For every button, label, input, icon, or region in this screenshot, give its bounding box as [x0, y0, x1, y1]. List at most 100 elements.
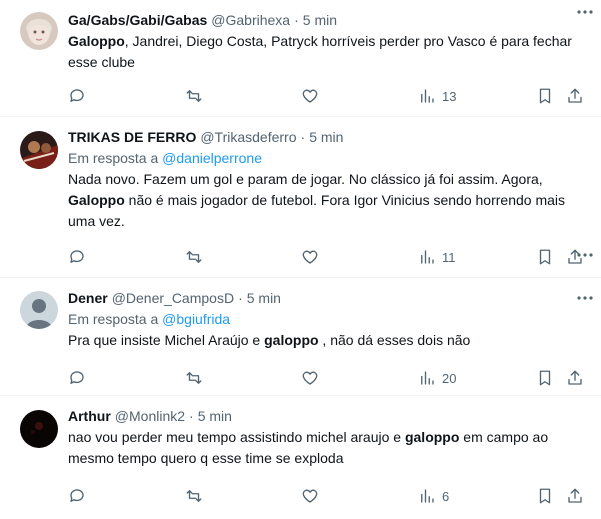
display-name[interactable]: TRIKAS DE FERRO [68, 127, 196, 147]
timestamp[interactable]: 5 min [309, 127, 343, 147]
share-button[interactable] [566, 86, 584, 106]
views-button[interactable]: 6 [418, 486, 449, 506]
display-name[interactable]: Ga/Gabs/Gabi/Gabas [68, 10, 207, 30]
analytics-icon [421, 250, 434, 264]
reply-icon [70, 489, 84, 502]
analytics-icon [421, 89, 434, 103]
bookmark-button[interactable] [536, 486, 554, 506]
tweet-feed: Ga/Gabs/Gabi/Gabas @Gabrihexa · 5 min Ga… [0, 0, 601, 519]
analytics-icon [421, 489, 434, 503]
tweet[interactable]: Ga/Gabs/Gabi/Gabas @Gabrihexa · 5 min Ga… [0, 0, 601, 117]
bookmark-icon [539, 88, 551, 104]
reply-mention-link[interactable]: @bgiufrida [162, 311, 230, 327]
share-button[interactable] [566, 247, 584, 267]
tweet-text-part: Nada novo. Fazem um gol e param de jogar… [68, 171, 543, 187]
separator-dot: · [238, 290, 243, 306]
views-button[interactable]: 11 [418, 247, 456, 267]
reply-button[interactable] [68, 368, 86, 388]
retweet-icon [186, 490, 202, 502]
tweet-text: nao vou perder meu tempo assistindo mich… [68, 427, 587, 469]
tweet-text-part: , Jandrei, Diego Costa, Patryck horrívei… [68, 33, 572, 70]
reply-icon [70, 371, 84, 384]
more-options-icon[interactable] [575, 288, 595, 308]
bookmark-icon [539, 370, 551, 386]
tweet-actions: 20 [68, 368, 601, 388]
highlight-term: Galoppo [68, 192, 125, 208]
reply-context: Em resposta a @bgiufrida [68, 309, 587, 329]
timestamp[interactable]: 5 min [247, 288, 281, 308]
like-button[interactable] [301, 368, 319, 388]
tweet-text-part: nao vou perder meu tempo assistindo mich… [68, 429, 405, 445]
share-icon [568, 88, 582, 103]
views-count: 11 [442, 249, 456, 265]
like-button[interactable] [301, 247, 319, 267]
share-icon [568, 370, 582, 385]
tweet-text-part: Pra que insiste Michel Araújo e [68, 332, 265, 348]
default-profile-icon [20, 291, 58, 329]
tweet-text: Pra que insiste Michel Araújo e galoppo … [68, 330, 587, 351]
reply-icon [70, 250, 84, 263]
tweet[interactable]: TRIKAS DE FERRO @Trikasdeferro · 5 min E… [0, 117, 601, 278]
display-name[interactable]: Dener [68, 288, 108, 308]
heart-icon [302, 250, 318, 264]
views-button[interactable]: 13 [418, 86, 456, 106]
tweet-text-part: não é mais jogador de futebol. Fora Igor… [68, 192, 566, 229]
tweet[interactable]: Dener @Dener_CamposD · 5 min Em resposta… [0, 278, 601, 396]
tweet-text: Galoppo, Jandrei, Diego Costa, Patryck h… [68, 31, 587, 73]
reply-button[interactable] [68, 86, 86, 106]
timestamp[interactable]: 5 min [303, 10, 337, 30]
retweet-button[interactable] [185, 86, 203, 106]
share-button[interactable] [566, 486, 584, 506]
avatar[interactable] [20, 410, 58, 448]
retweet-icon [186, 372, 202, 384]
user-handle[interactable]: @Monlink2 [115, 406, 185, 426]
avatar[interactable] [20, 291, 58, 329]
bookmark-button[interactable] [536, 247, 554, 267]
reply-button[interactable] [68, 247, 86, 267]
reply-prefix: Em resposta a [68, 150, 159, 166]
user-handle[interactable]: @Dener_CamposD [112, 288, 234, 308]
retweet-button[interactable] [185, 486, 203, 506]
heart-icon [302, 371, 318, 385]
separator-dot: · [294, 12, 299, 28]
views-count: 20 [442, 370, 457, 386]
separator-dot: · [300, 129, 306, 145]
bookmark-icon [539, 488, 551, 504]
reply-context: Em resposta a @danielperrone [68, 148, 587, 168]
highlight-term: galoppo [404, 429, 460, 445]
user-handle[interactable]: @Trikasdeferro [200, 127, 296, 147]
like-button[interactable] [301, 86, 319, 106]
share-icon [568, 249, 582, 264]
reply-button[interactable] [68, 486, 86, 506]
views-count: 6 [442, 488, 450, 504]
highlight-term: Galoppo [68, 33, 125, 49]
retweet-button[interactable] [185, 368, 203, 388]
tweet-text: Nada novo. Fazem um gol e param de jogar… [68, 169, 587, 232]
reply-icon [70, 89, 84, 102]
heart-icon [302, 489, 318, 503]
heart-icon [302, 89, 318, 103]
tweet-actions: 6 [68, 486, 601, 506]
user-handle[interactable]: @Gabrihexa [211, 10, 290, 30]
views-button[interactable]: 20 [418, 368, 456, 388]
like-button[interactable] [301, 486, 319, 506]
more-options-icon[interactable] [575, 2, 595, 22]
avatar[interactable] [20, 12, 58, 50]
share-button[interactable] [566, 368, 584, 388]
reply-mention-link[interactable]: @danielperrone [162, 150, 262, 166]
display-name[interactable]: Arthur [68, 406, 111, 426]
bookmark-button[interactable] [536, 86, 554, 106]
views-count: 13 [442, 88, 457, 104]
bookmark-button[interactable] [536, 368, 554, 388]
tweet-text-part: , não dá esses dois não [318, 332, 471, 348]
analytics-icon [421, 371, 434, 385]
tweet[interactable]: Arthur @Monlink2 · 5 min nao vou perder … [0, 396, 601, 519]
retweet-button[interactable] [185, 247, 203, 267]
retweet-icon [186, 251, 202, 263]
tweet-actions: 11 [68, 247, 601, 267]
share-icon [568, 488, 582, 503]
highlight-term: galoppo [264, 332, 319, 348]
retweet-icon [186, 90, 202, 102]
timestamp[interactable]: 5 min [198, 406, 232, 426]
avatar[interactable] [20, 131, 58, 169]
